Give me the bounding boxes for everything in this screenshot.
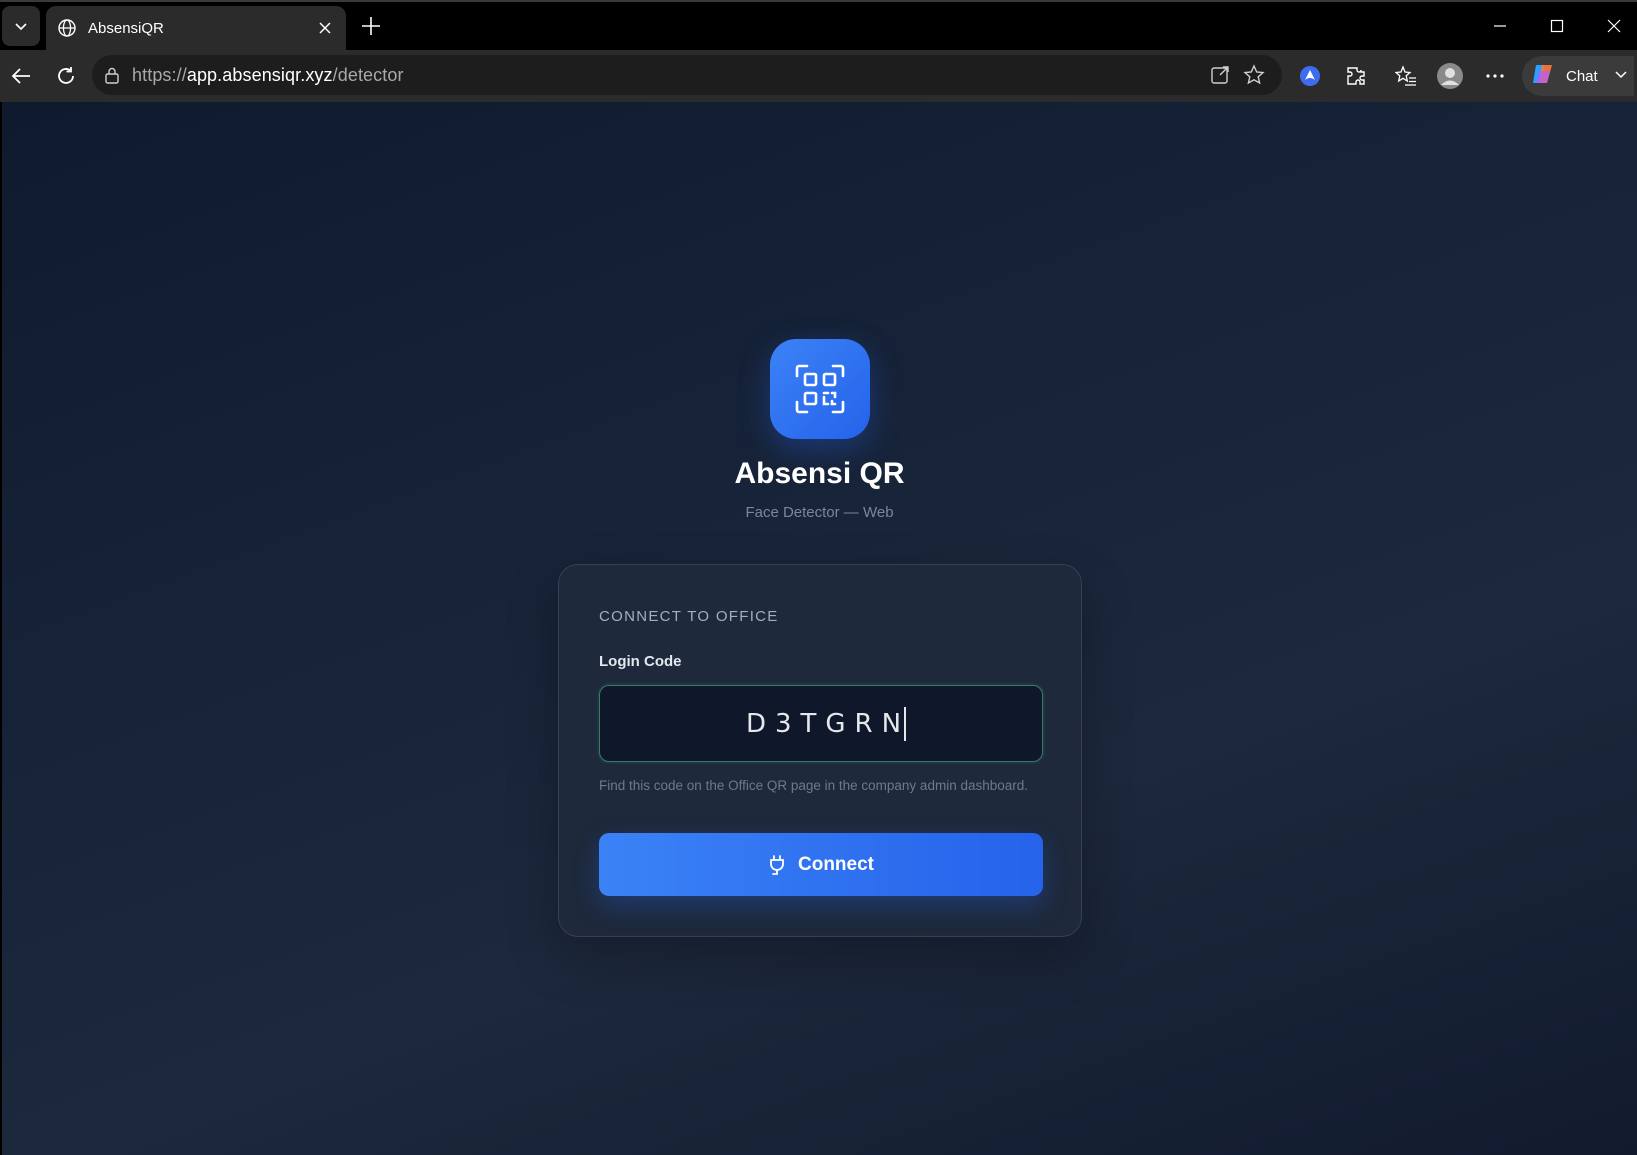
connect-button-label: Connect bbox=[798, 853, 874, 875]
more-options-icon[interactable] bbox=[1477, 58, 1513, 94]
new-tab-plus-icon[interactable] bbox=[356, 10, 386, 42]
app-title: Absensi QR bbox=[734, 457, 905, 490]
minimize-icon[interactable] bbox=[1480, 8, 1520, 44]
lock-icon[interactable] bbox=[102, 65, 122, 85]
favorite-star-icon[interactable] bbox=[1236, 57, 1272, 93]
url-scheme: https:// bbox=[132, 64, 187, 85]
tab-list-button[interactable] bbox=[2, 6, 40, 46]
copilot-chat-button[interactable]: Chat bbox=[1522, 56, 1634, 96]
url-text[interactable]: https://app.absensiqr.xyz/detector bbox=[132, 65, 404, 86]
browser-tab-strip: AbsensiQR bbox=[0, 0, 1637, 50]
connect-card: CONNECT TO OFFICE Login Code D3TGRN Find… bbox=[558, 564, 1082, 937]
chat-label: Chat bbox=[1566, 67, 1598, 85]
address-bar[interactable]: https://app.absensiqr.xyz/detector bbox=[92, 55, 1282, 95]
text-caret bbox=[904, 706, 907, 741]
extension-shield-icon[interactable] bbox=[1292, 58, 1328, 94]
page-content: Absensi QR Face Detector — Web CONNECT T… bbox=[2, 102, 1637, 1155]
login-code-value: D3TGRN bbox=[745, 708, 911, 739]
login-code-label: Login Code bbox=[599, 653, 682, 670]
close-window-icon[interactable] bbox=[1594, 8, 1634, 44]
favorites-list-icon[interactable] bbox=[1388, 58, 1424, 94]
back-arrow-icon[interactable] bbox=[3, 58, 39, 94]
browser-tab-active[interactable]: AbsensiQR bbox=[46, 6, 346, 50]
open-in-app-icon[interactable] bbox=[1202, 57, 1238, 93]
refresh-icon[interactable] bbox=[48, 58, 84, 94]
tab-title: AbsensiQR bbox=[88, 19, 164, 37]
copilot-icon bbox=[1530, 61, 1556, 92]
url-path: /detector bbox=[332, 64, 404, 85]
login-code-input[interactable]: D3TGRN bbox=[599, 685, 1043, 762]
app-logo bbox=[770, 339, 870, 439]
browser-toolbar: https://app.absensiqr.xyz/detector Chat bbox=[0, 50, 1637, 102]
url-host: app.absensiqr.xyz bbox=[186, 64, 333, 85]
extensions-puzzle-icon[interactable] bbox=[1338, 58, 1374, 94]
maximize-icon[interactable] bbox=[1537, 8, 1577, 44]
connect-button[interactable]: Connect bbox=[599, 833, 1043, 896]
qr-code-icon bbox=[795, 364, 845, 414]
tab-close-icon[interactable] bbox=[310, 13, 340, 43]
card-heading: CONNECT TO OFFICE bbox=[599, 608, 779, 625]
app-subtitle: Face Detector — Web bbox=[745, 504, 894, 521]
login-code-hint: Find this code on the Office QR page in … bbox=[599, 778, 1029, 793]
profile-avatar-icon[interactable] bbox=[1432, 58, 1468, 94]
globe-icon bbox=[56, 17, 78, 39]
plug-icon bbox=[770, 854, 784, 875]
chevron-down-icon bbox=[1614, 67, 1628, 86]
chevron-down-icon bbox=[15, 23, 27, 31]
